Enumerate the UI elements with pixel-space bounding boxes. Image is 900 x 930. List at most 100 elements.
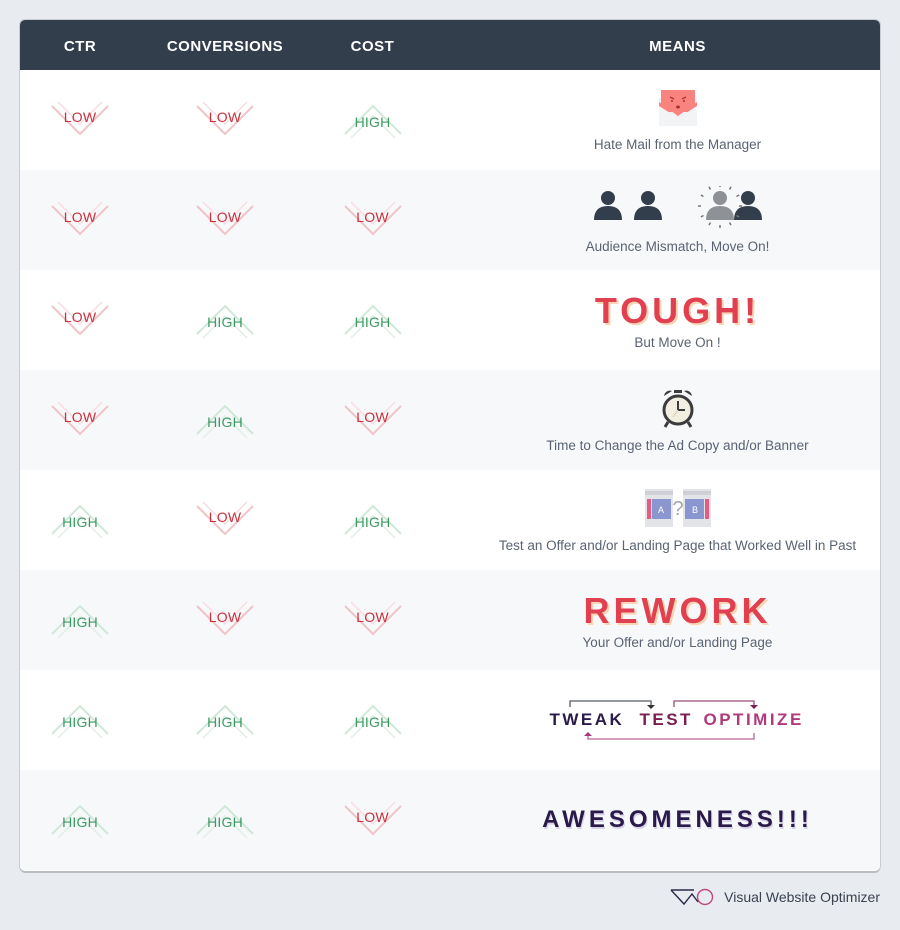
high-badge: HIGH [193, 300, 257, 340]
table-row: HIGH LOW HIGH A B? Test an Offer and/or Landi… [20, 470, 880, 570]
high-badge: HIGH [193, 800, 257, 840]
means-caption: Audience Mismatch, Move On! [585, 239, 770, 254]
table-row: LOW HIGH LOW Time to Change the Ad Copy and… [20, 370, 880, 470]
footer-brand: Visual Website Optimizer [670, 888, 880, 906]
low-badge: LOW [48, 200, 112, 240]
high-badge: HIGH [48, 500, 112, 540]
cell-means: REWORK Your Offer and/or Landing Page [450, 570, 880, 670]
high-badge: HIGH [341, 500, 405, 540]
badge-label: LOW [208, 209, 242, 225]
table-row: LOW LOW HIGH Hate Mail from the Manager [20, 70, 880, 170]
low-badge: LOW [193, 600, 257, 640]
badge-label: HIGH [207, 814, 243, 830]
low-badge: LOW [48, 100, 112, 140]
cell-ctr: LOW [20, 170, 140, 270]
means-headline: AWESOMENESS!!! [542, 806, 813, 833]
means-icon: A B? [643, 487, 713, 534]
low-badge: LOW [341, 400, 405, 440]
cell-cost: HIGH [310, 470, 435, 570]
cell-cost: LOW [310, 770, 435, 870]
comparison-table: CTR CONVERSIONS COST MEANS LOW LOW HIGH Hat… [20, 20, 880, 871]
means-caption: But Move On ! [634, 334, 721, 350]
low-badge: LOW [193, 100, 257, 140]
cell-cost: LOW [310, 170, 435, 270]
cell-ctr: LOW [20, 270, 140, 370]
badge-label: HIGH [207, 314, 243, 330]
means-headline: REWORK [583, 589, 772, 631]
cell-cost: HIGH [310, 270, 435, 370]
alarm-clock-icon [662, 390, 693, 428]
table-row: HIGH HIGH LOW AWESOMENESS!!! [20, 770, 880, 870]
cell-ctr: LOW [20, 70, 140, 170]
table-row: HIGH HIGH HIGH TWEAK TEST OPTIMIZE [20, 670, 880, 770]
step-optimize: OPTIMIZE [703, 710, 804, 729]
cell-conversions: HIGH [150, 370, 300, 470]
header-cost: COST [350, 38, 395, 55]
cell-cost: HIGH [310, 70, 435, 170]
audience-people-icon [593, 184, 762, 228]
high-badge: HIGH [48, 700, 112, 740]
angry-mail-icon [658, 90, 697, 126]
cell-conversions: HIGH [150, 770, 300, 870]
cell-means: AWESOMENESS!!! [450, 770, 880, 870]
step-tweak: TWEAK [549, 710, 625, 729]
step-test: TEST [639, 710, 693, 729]
badge-label: LOW [208, 109, 242, 125]
badge-label: HIGH [62, 714, 98, 730]
badge-label: LOW [63, 409, 97, 425]
cell-cost: HIGH [310, 670, 435, 770]
high-badge: HIGH [193, 700, 257, 740]
badge-label: LOW [356, 609, 389, 625]
means-icon [593, 184, 762, 235]
badge-label: LOW [356, 409, 389, 425]
table-row: LOW LOW LOW Audience Mismatch, Move On! [20, 170, 880, 270]
high-badge: HIGH [341, 300, 405, 340]
cell-conversions: HIGH [150, 270, 300, 370]
low-badge: LOW [341, 800, 405, 840]
cell-conversions: HIGH [150, 670, 300, 770]
header-means: MEANS [649, 38, 706, 55]
high-badge: HIGH [341, 100, 405, 140]
svg-text:A: A [657, 505, 663, 515]
svg-text:B: B [691, 505, 697, 515]
high-badge: HIGH [193, 400, 257, 440]
low-badge: LOW [341, 600, 405, 640]
table-header: CTR CONVERSIONS COST MEANS [20, 20, 880, 70]
cell-ctr: HIGH [20, 770, 140, 870]
tweak-test-optimize-cycle: TWEAK TEST OPTIMIZE [548, 695, 808, 745]
badge-label: LOW [63, 109, 97, 125]
badge-label: HIGH [62, 514, 98, 530]
high-badge: HIGH [48, 800, 112, 840]
cell-conversions: LOW [150, 470, 300, 570]
means-icon [658, 387, 698, 434]
cell-conversions: LOW [150, 70, 300, 170]
low-badge: LOW [48, 400, 112, 440]
cell-ctr: HIGH [20, 470, 140, 570]
badge-label: HIGH [354, 514, 391, 530]
badge-label: HIGH [62, 614, 98, 630]
means-caption: Time to Change the Ad Copy and/or Banner [546, 438, 809, 453]
low-badge: LOW [341, 200, 405, 240]
cell-conversions: LOW [150, 570, 300, 670]
means-headline: TOUGH! [594, 289, 761, 331]
cell-cost: LOW [310, 570, 435, 670]
means-caption: Hate Mail from the Manager [593, 137, 762, 152]
badge-label: LOW [63, 209, 97, 225]
cell-cost: LOW [310, 370, 435, 470]
cell-ctr: HIGH [20, 670, 140, 770]
cell-ctr: HIGH [20, 570, 140, 670]
cell-means: TWEAK TEST OPTIMIZE [450, 670, 880, 770]
badge-label: LOW [356, 209, 389, 225]
table-row: LOW HIGH HIGH TOUGH! But Move On ! [20, 270, 880, 370]
low-badge: LOW [193, 200, 257, 240]
high-badge: HIGH [341, 700, 405, 740]
cell-means: Hate Mail from the Manager [450, 70, 880, 170]
cell-conversions: LOW [150, 170, 300, 270]
low-badge: LOW [48, 300, 112, 340]
badge-label: LOW [63, 309, 97, 325]
brand-name: Visual Website Optimizer [724, 889, 880, 905]
cell-ctr: LOW [20, 370, 140, 470]
table-row: HIGH LOW LOW REWORK Your Offer and/or Landin… [20, 570, 880, 670]
high-badge: HIGH [48, 600, 112, 640]
badge-label: LOW [356, 809, 389, 825]
